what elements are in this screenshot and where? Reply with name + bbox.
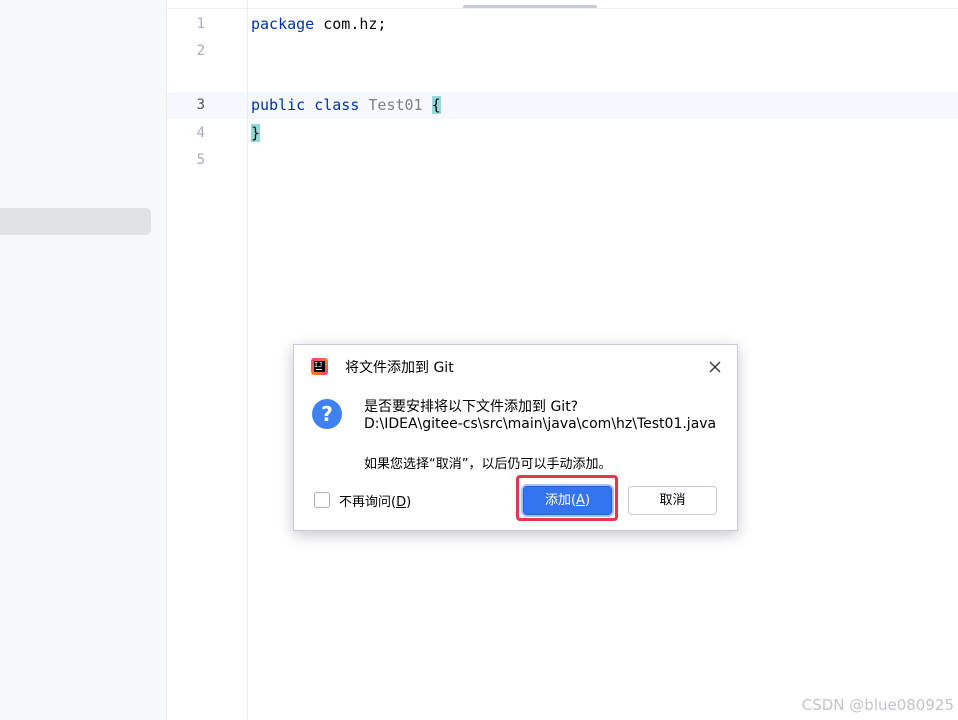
editor-top-divider — [167, 8, 958, 9]
line-number: 2 — [196, 43, 205, 59]
dont-ask-checkbox[interactable] — [314, 492, 330, 508]
code-token: com.hz; — [314, 15, 387, 33]
class-name-token: Test01 — [368, 96, 423, 114]
gutter-divider — [247, 0, 248, 720]
line-number: 1 — [196, 16, 205, 32]
brace-token: } — [251, 124, 261, 142]
line-number: 5 — [196, 152, 205, 168]
close-icon[interactable] — [705, 357, 725, 377]
dialog-message: 是否要安排将以下文件添加到 Git? — [364, 399, 579, 415]
intellij-logo-icon: IJ — [311, 358, 328, 375]
dialog-note: 如果您选择“取消”，以后仍可以手动添加。 — [364, 457, 612, 472]
add-button[interactable]: 添加(A) — [523, 486, 612, 515]
code-line-3[interactable]: public class Test01 { — [251, 92, 441, 119]
cancel-button[interactable]: 取消 — [628, 486, 717, 515]
code-line-4[interactable]: } — [251, 120, 261, 147]
code-line-1[interactable]: package com.hz; — [251, 11, 386, 38]
line-number: 3 — [196, 97, 205, 113]
keyword-token: public — [251, 96, 306, 114]
dont-ask-label[interactable]: 不再询问(D) — [339, 491, 411, 510]
keyword-token: class — [314, 96, 360, 114]
file-path: D:\IDEA\gitee-cs\src\main\java\com\hz\Te… — [364, 416, 717, 432]
keyword-token: package — [251, 15, 315, 33]
question-icon: ? — [312, 399, 342, 429]
project-sidebar — [0, 0, 167, 720]
dialog-title: 将文件添加到 Git — [345, 360, 454, 376]
brace-token: { — [431, 96, 441, 114]
sidebar-selected-item[interactable] — [0, 208, 151, 235]
line-number: 4 — [196, 125, 205, 141]
add-to-git-dialog: IJ 将文件添加到 Git ? 是否要安排将以下文件添加到 Git? D:\ID… — [293, 344, 738, 531]
watermark: CSDN @blue080925 — [801, 696, 954, 714]
